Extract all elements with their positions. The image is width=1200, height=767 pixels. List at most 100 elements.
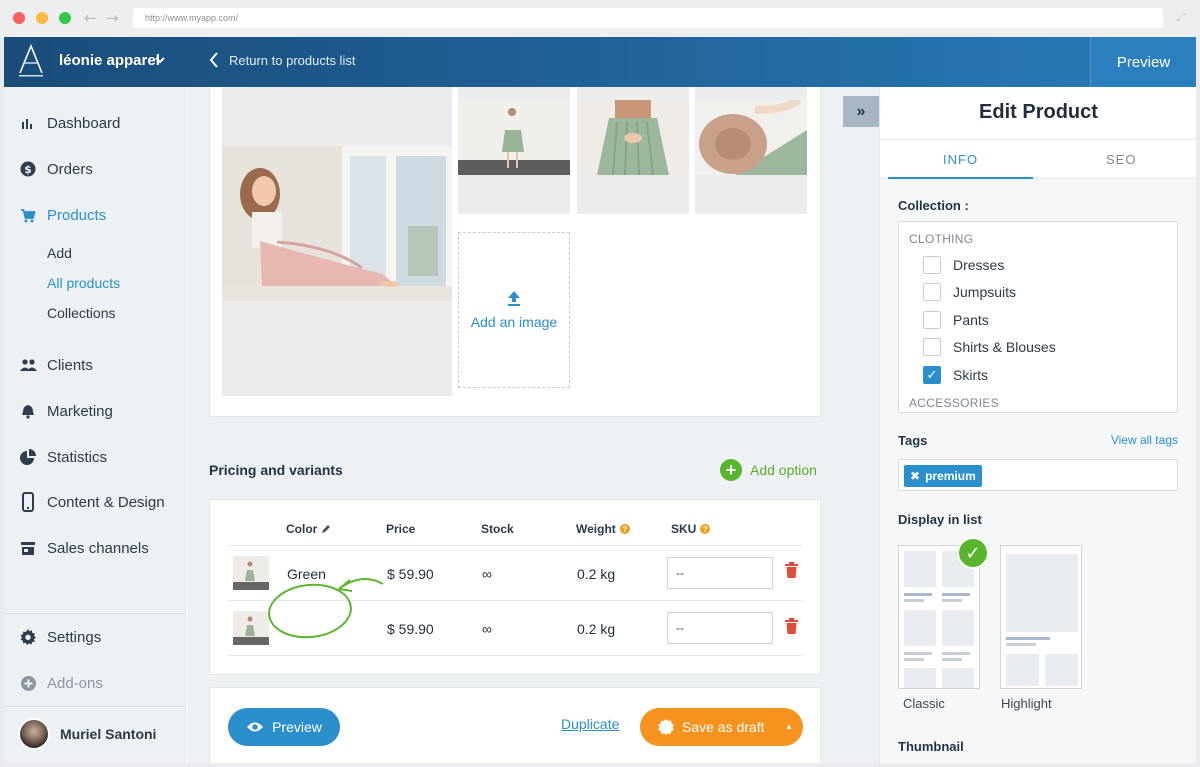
url-bar[interactable]: http://www.myapp.com/ xyxy=(133,8,1163,28)
chevron-left-icon xyxy=(209,52,218,68)
sidebar-divider xyxy=(4,706,186,707)
thumbnail-label: Thumbnail xyxy=(898,739,964,754)
forward-arrow-icon[interactable]: → xyxy=(106,9,119,27)
tags-input[interactable]: ✖ premium xyxy=(898,459,1178,491)
checkbox-checked[interactable]: ✓ xyxy=(923,366,941,384)
sidebar-subitem-collections[interactable]: Collections xyxy=(47,305,115,321)
tab-seo[interactable]: SEO xyxy=(1106,152,1136,167)
tab-info[interactable]: INFO xyxy=(943,152,978,167)
sidebar-item-label: Settings xyxy=(47,628,102,646)
collection-option-shirts-blouses[interactable]: Shirts & Blouses xyxy=(923,338,1056,356)
remove-tag-icon[interactable]: ✖ xyxy=(910,469,920,483)
preview-button[interactable]: Preview xyxy=(228,708,340,746)
add-option-button[interactable]: + Add option xyxy=(720,459,817,481)
sidebar-subitem-all-products[interactable]: All products xyxy=(47,275,120,291)
product-image-thumb[interactable] xyxy=(577,87,689,214)
product-image-thumb[interactable] xyxy=(695,87,807,214)
back-to-products-link[interactable]: Return to products list xyxy=(209,52,355,68)
sidebar-item-clients[interactable]: Clients xyxy=(19,356,93,374)
collection-option-jumpsuits[interactable]: Jumpsuits xyxy=(923,283,1016,301)
collection-list[interactable]: CLOTHING Dresses Jumpsuits Pants Shirts … xyxy=(898,221,1178,413)
pencil-icon[interactable] xyxy=(321,524,331,534)
image-placeholder xyxy=(1006,654,1039,686)
sidebar-item-settings[interactable]: Settings xyxy=(19,628,101,646)
image-placeholder xyxy=(904,610,936,646)
checkbox[interactable] xyxy=(923,311,941,329)
collapse-panel-button[interactable]: » xyxy=(843,96,879,127)
checkbox[interactable] xyxy=(923,283,941,301)
collection-option-label: Shirts & Blouses xyxy=(953,339,1056,355)
sidebar-item-orders[interactable]: $ Orders xyxy=(19,160,93,178)
minimize-window-button[interactable] xyxy=(36,12,48,24)
variant-weight[interactable]: 0.2 kg xyxy=(577,621,615,637)
back-arrow-icon[interactable]: ← xyxy=(84,9,97,27)
trash-icon[interactable] xyxy=(785,562,798,578)
header-preview-button[interactable]: Preview xyxy=(1090,37,1196,87)
skirt-detail-photo xyxy=(577,100,689,175)
variant-thumbnail[interactable] xyxy=(233,556,269,590)
sidebar-item-marketing[interactable]: Marketing xyxy=(19,402,113,420)
save-draft-button[interactable]: Save as draft ▲ xyxy=(640,708,803,746)
collection-option-dresses[interactable]: Dresses xyxy=(923,256,1004,274)
variant-stock[interactable]: ∞ xyxy=(482,621,492,637)
eye-icon xyxy=(247,722,264,732)
save-draft-label: Save as draft xyxy=(682,719,765,735)
image-placeholder xyxy=(904,668,936,688)
sidebar-item-products[interactable]: Products xyxy=(19,206,106,224)
sidebar-item-label: Sales channels xyxy=(47,539,149,557)
checkbox[interactable] xyxy=(923,338,941,356)
close-window-button[interactable] xyxy=(13,12,25,24)
layout-option-highlight[interactable] xyxy=(1000,545,1082,689)
tags-label: Tags xyxy=(898,433,928,448)
duplicate-link[interactable]: Duplicate xyxy=(561,716,619,732)
variant-price[interactable]: $ 59.90 xyxy=(387,566,434,582)
add-image-button[interactable]: Add an image xyxy=(458,232,570,388)
variant-color[interactable]: Green xyxy=(287,566,326,582)
sidebar-item-content-design[interactable]: Content & Design xyxy=(19,492,165,512)
maximize-window-button[interactable] xyxy=(59,12,71,24)
sidebar-item-sales-channels[interactable]: Sales channels xyxy=(19,539,149,557)
gear-icon xyxy=(19,628,37,646)
product-image-thumb[interactable] xyxy=(458,87,570,214)
layout-label-classic: Classic xyxy=(903,696,945,711)
pricing-section-title: Pricing and variants xyxy=(209,462,343,478)
help-icon[interactable]: ? xyxy=(619,524,630,534)
variant-weight[interactable]: 0.2 kg xyxy=(577,566,615,582)
collection-option-skirts[interactable]: ✓ Skirts xyxy=(923,366,988,384)
tag-chip[interactable]: ✖ premium xyxy=(904,465,982,487)
user-name: Muriel Santoni xyxy=(60,726,157,742)
sidebar-item-addons[interactable]: Add-ons xyxy=(19,674,103,692)
sidebar-item-label: Orders xyxy=(47,160,93,178)
user-profile[interactable]: Muriel Santoni xyxy=(18,718,156,750)
fullscreen-icon[interactable]: ⤢ xyxy=(1176,10,1190,24)
variants-table: Color Price Stock Weight ? SKU ? Green $… xyxy=(209,499,821,675)
main-product-image[interactable] xyxy=(222,87,452,396)
preview-label: Preview xyxy=(272,719,322,735)
sidebar-item-dashboard[interactable]: Dashboard xyxy=(19,114,120,132)
column-header-color[interactable]: Color xyxy=(286,522,331,536)
variant-thumbnail[interactable] xyxy=(233,611,269,645)
sidebar-item-label: Clients xyxy=(47,356,93,374)
brand-name[interactable]: léonie apparel xyxy=(59,52,160,69)
checkbox[interactable] xyxy=(923,256,941,274)
collection-option-pants[interactable]: Pants xyxy=(923,311,989,329)
variant-stock[interactable]: ∞ xyxy=(482,566,492,582)
sidebar-subitem-add[interactable]: Add xyxy=(47,245,72,261)
trash-icon[interactable] xyxy=(785,618,798,634)
panel-tabs: INFO SEO xyxy=(880,139,1196,180)
help-icon[interactable]: ? xyxy=(700,524,711,534)
sidebar-item-statistics[interactable]: Statistics xyxy=(19,448,107,466)
action-bar: Preview Duplicate Save as draft ▲ xyxy=(209,687,821,763)
column-header-sku: SKU ? xyxy=(671,522,711,536)
variant-sku-input[interactable]: -- xyxy=(667,612,773,644)
sidebar-item-label: Marketing xyxy=(47,402,113,420)
caret-up-icon[interactable]: ▲ xyxy=(785,722,793,731)
sidebar-item-label: Add-ons xyxy=(47,674,103,692)
chevron-down-icon[interactable] xyxy=(154,54,166,66)
plus-circle-icon xyxy=(19,674,37,692)
placeholder-line xyxy=(904,593,932,596)
variant-sku-input[interactable]: -- xyxy=(667,557,773,589)
image-placeholder xyxy=(942,668,974,688)
view-all-tags-link[interactable]: View all tags xyxy=(1111,433,1178,447)
variant-price[interactable]: $ 59.90 xyxy=(387,621,434,637)
